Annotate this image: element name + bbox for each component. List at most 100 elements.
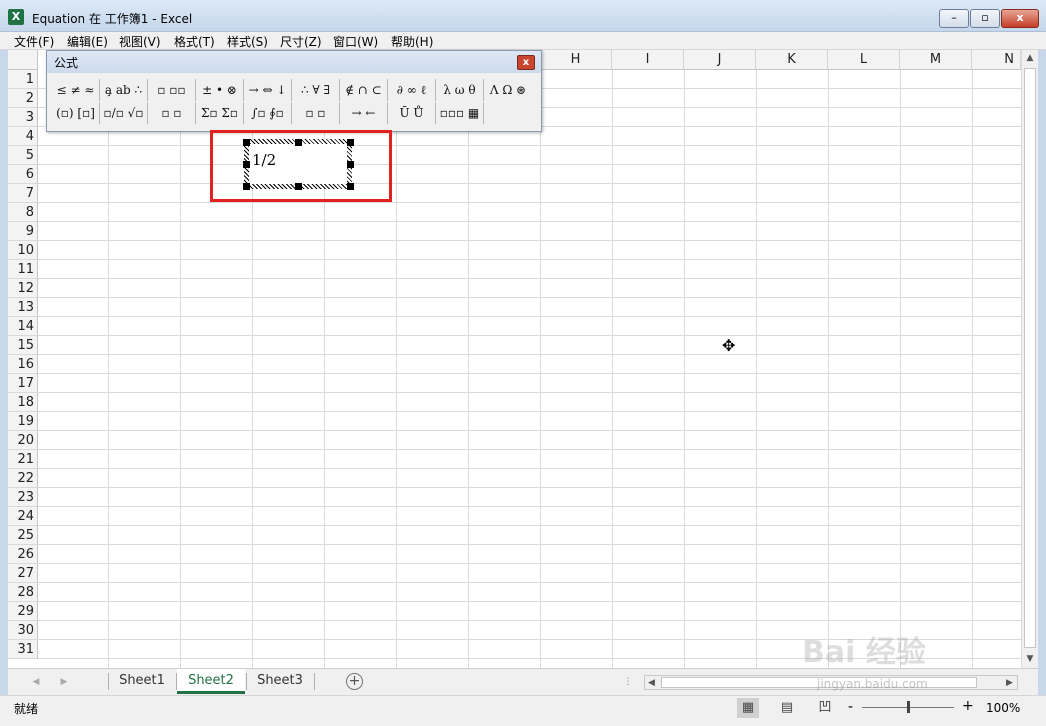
row-header[interactable]: 5 (8, 146, 38, 165)
arrow-symbols-button[interactable]: → ⇔ ↓ (244, 79, 292, 101)
menu-help[interactable]: 帮助(H) (391, 33, 433, 50)
fraction-radical-templates-button[interactable]: ▫/▫ √▫ (100, 102, 148, 124)
column-header-i[interactable]: I (612, 50, 684, 70)
fence-templates-button[interactable]: (▫) [▫] (52, 102, 100, 124)
column-header-k[interactable]: K (756, 50, 828, 70)
row-header[interactable]: 30 (8, 621, 38, 640)
row-header[interactable]: 14 (8, 317, 38, 336)
row-header[interactable]: 10 (8, 241, 38, 260)
tab-scroll-left-icon[interactable]: ◀ (28, 674, 44, 690)
zoom-slider-knob[interactable] (907, 701, 910, 713)
row-header[interactable]: 21 (8, 450, 38, 469)
menu-format[interactable]: 格式(T) (174, 33, 215, 50)
scroll-left-icon[interactable]: ◀ (645, 675, 658, 691)
menu-edit[interactable]: 编辑(E) (67, 33, 108, 50)
misc-symbols-button[interactable]: ∂ ∞ ℓ (388, 79, 436, 101)
menu-window[interactable]: 窗口(W) (333, 33, 378, 50)
column-header-n[interactable]: N (972, 50, 1021, 70)
subscript-superscript-templates-button[interactable]: ▫ ▫ (148, 102, 196, 124)
cell-area[interactable] (38, 70, 1021, 668)
summation-templates-button[interactable]: Σ▫ Σ▫ (196, 102, 244, 124)
greek-uppercase-button[interactable]: Λ Ω ⊛ (484, 79, 532, 101)
row-header[interactable]: 28 (8, 583, 38, 602)
equation-toolbar-window[interactable]: 公式 x ≤ ≠ ≈ a̧ ab ∴ ▫ ▫▫ ± • ⊗ → ⇔ ↓ ∴ ∀ … (46, 50, 542, 132)
scroll-up-icon[interactable]: ▲ (1022, 50, 1038, 66)
close-icon[interactable]: x (517, 55, 535, 70)
column-header-j[interactable]: J (684, 50, 756, 70)
minimize-button[interactable]: – (939, 9, 969, 28)
vertical-scroll-thumb[interactable] (1024, 68, 1036, 648)
row-header[interactable]: 19 (8, 412, 38, 431)
scroll-right-icon[interactable]: ▶ (1003, 675, 1016, 691)
row-header[interactable]: 4 (8, 127, 38, 146)
sheet-tab-sheet2[interactable]: Sheet2 (177, 669, 245, 694)
menu-view[interactable]: 视图(V) (119, 33, 161, 50)
maximize-button[interactable]: ▫ (970, 9, 1000, 28)
integral-templates-button[interactable]: ∫▫ ∮▫ (244, 102, 292, 124)
zoom-out-button[interactable]: - (848, 699, 853, 715)
menu-file[interactable]: 文件(F) (14, 33, 54, 50)
row-header[interactable]: 23 (8, 488, 38, 507)
zoom-in-button[interactable]: + (962, 698, 974, 714)
row-header[interactable]: 8 (8, 203, 38, 222)
row-header[interactable]: 29 (8, 602, 38, 621)
close-window-button[interactable]: x (1001, 9, 1039, 28)
menu-style[interactable]: 样式(S) (227, 33, 268, 50)
row-header[interactable]: 17 (8, 374, 38, 393)
set-theory-symbols-button[interactable]: ∉ ∩ ⊂ (340, 79, 388, 101)
row-header[interactable]: 22 (8, 469, 38, 488)
row-header[interactable]: 16 (8, 355, 38, 374)
page-layout-view-icon[interactable]: ▤ (776, 698, 798, 718)
resize-handle[interactable] (295, 139, 302, 146)
resize-handle[interactable] (347, 139, 354, 146)
row-header[interactable]: 26 (8, 545, 38, 564)
sheet-tab-sheet1[interactable]: Sheet1 (109, 669, 175, 694)
equation-text[interactable]: 1/2 (252, 151, 276, 169)
row-header[interactable]: 13 (8, 298, 38, 317)
resize-handle[interactable] (295, 183, 302, 190)
operator-symbols-button[interactable]: ± • ⊗ (196, 79, 244, 101)
resize-handle[interactable] (347, 183, 354, 190)
row-header[interactable]: 2 (8, 89, 38, 108)
row-header[interactable]: 11 (8, 260, 38, 279)
column-header-l[interactable]: L (828, 50, 900, 70)
row-header[interactable]: 20 (8, 431, 38, 450)
row-header[interactable]: 6 (8, 165, 38, 184)
row-header[interactable]: 1 (8, 70, 38, 89)
resize-handle[interactable] (243, 183, 250, 190)
greek-lowercase-button[interactable]: λ ω θ (436, 79, 484, 101)
column-header-h[interactable]: H (540, 50, 612, 70)
relational-symbols-button[interactable]: ≤ ≠ ≈ (52, 79, 100, 101)
equation-edit-area[interactable]: 1/2 (249, 144, 347, 184)
products-set-templates-button[interactable]: Ū Ů (388, 102, 436, 124)
add-sheet-icon[interactable]: + (346, 673, 363, 690)
select-all-corner[interactable] (8, 50, 38, 70)
logical-symbols-button[interactable]: ∴ ∀ ∃ (292, 79, 340, 101)
row-header[interactable]: 3 (8, 108, 38, 127)
vertical-scrollbar[interactable]: ▲ ▼ (1021, 50, 1038, 668)
row-header[interactable]: 27 (8, 564, 38, 583)
page-break-view-icon[interactable]: 凹 (814, 698, 836, 718)
row-header[interactable]: 9 (8, 222, 38, 241)
spaces-ellipses-button[interactable]: a̧ ab ∴ (100, 79, 148, 101)
row-header[interactable]: 15 (8, 336, 38, 355)
equation-object[interactable]: 1/2 (244, 139, 352, 189)
resize-handle[interactable] (243, 161, 250, 168)
tab-scroll-right-icon[interactable]: ▶ (56, 674, 72, 690)
row-header[interactable]: 12 (8, 279, 38, 298)
row-header[interactable]: 24 (8, 507, 38, 526)
matrix-templates-button[interactable]: ▫▫▫ ▦ (436, 102, 484, 124)
menu-size[interactable]: 尺寸(Z) (280, 33, 322, 50)
resize-handle[interactable] (347, 161, 354, 168)
sheet-tab-sheet3[interactable]: Sheet3 (247, 669, 313, 694)
labeled-arrow-templates-button[interactable]: → ← (340, 102, 388, 124)
spreadsheet-grid[interactable]: E F G H I J K L M N 12345678910111213141… (8, 50, 1021, 668)
embellishments-button[interactable]: ▫ ▫▫ (148, 79, 196, 101)
scroll-down-icon[interactable]: ▼ (1022, 651, 1038, 667)
resize-handle[interactable] (243, 139, 250, 146)
zoom-level[interactable]: 100% (986, 701, 1020, 715)
underbar-overbar-templates-button[interactable]: ▫ ▫ (292, 102, 340, 124)
row-header[interactable]: 31 (8, 640, 38, 659)
row-header[interactable]: 7 (8, 184, 38, 203)
row-header[interactable]: 25 (8, 526, 38, 545)
